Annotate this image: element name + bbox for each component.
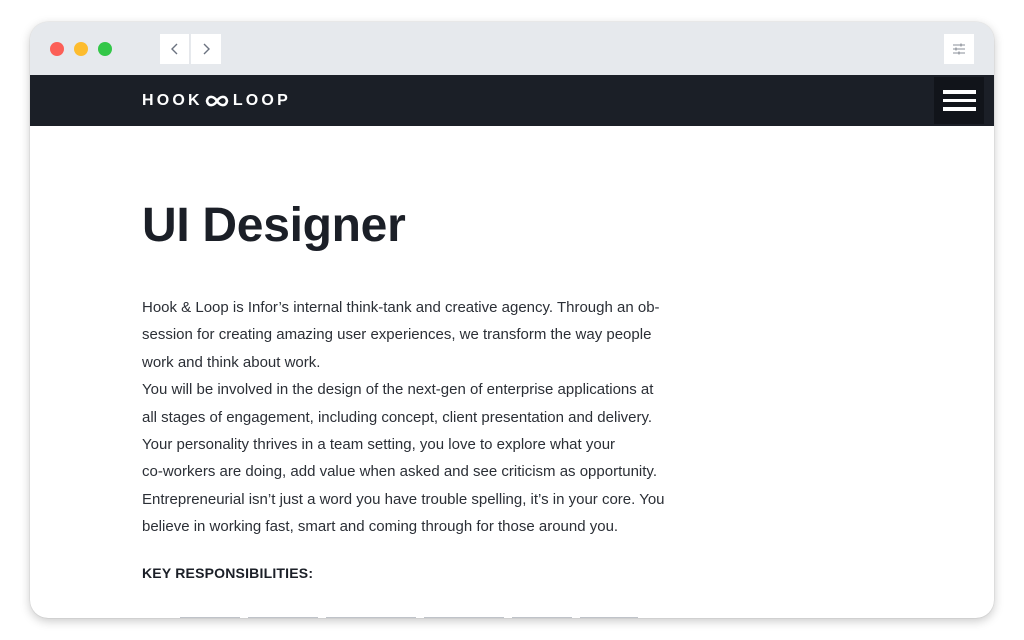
infinity-icon — [205, 95, 229, 107]
description-line: co-workers are doing, add value when ask… — [142, 463, 657, 481]
settings-button[interactable] — [944, 34, 974, 64]
site-header: HOOK LOOP — [30, 75, 994, 126]
menu-button[interactable] — [934, 77, 984, 124]
hook-and-loop-logo[interactable]: HOOK LOOP — [142, 90, 291, 112]
hamburger-icon-bar — [942, 90, 976, 94]
description-line: Entrepreneurial isn’t just a word you ha… — [142, 490, 665, 508]
close-window-button[interactable] — [50, 42, 64, 56]
browser-window: HOOK LOOP UI Designer Hook & Loop is Inf… — [30, 22, 994, 618]
logo-text-right: LOOP — [232, 92, 291, 109]
browser-toolbar — [30, 22, 994, 75]
back-button[interactable] — [160, 34, 190, 64]
description-line: You will be involved in the design of th… — [142, 381, 654, 399]
logo-text-left: HOOK — [142, 92, 203, 109]
page-title: UI Designer — [142, 199, 406, 252]
forward-button[interactable] — [191, 34, 221, 64]
description-line: Your personality thrives in a team setti… — [142, 436, 616, 454]
description-line: session for creating amazing user experi… — [142, 326, 652, 344]
sliders-icon — [953, 43, 965, 55]
chevron-left-icon — [170, 43, 177, 55]
description-line: believe in working fast, smart and comin… — [142, 518, 619, 536]
description-line: all stages of engagement, including conc… — [142, 408, 653, 426]
section-heading: KEY RESPONSIBILITIES: — [142, 565, 314, 581]
chevron-right-icon — [203, 43, 210, 55]
page-content: UI Designer Hook & Loop is Infor’s inter… — [30, 126, 994, 618]
description-line: work and think about work. — [142, 353, 321, 371]
hamburger-icon-bar — [942, 98, 976, 103]
description-line: Hook & Loop is Infor’s internal think-ta… — [142, 299, 660, 316]
hamburger-icon-bar — [942, 107, 976, 111]
maximize-window-button[interactable] — [98, 42, 112, 56]
job-description: Hook & Loop is Infor’s internal think-ta… — [142, 294, 682, 541]
minimize-window-button[interactable] — [74, 42, 88, 56]
truncated-text-line — [180, 617, 638, 618]
